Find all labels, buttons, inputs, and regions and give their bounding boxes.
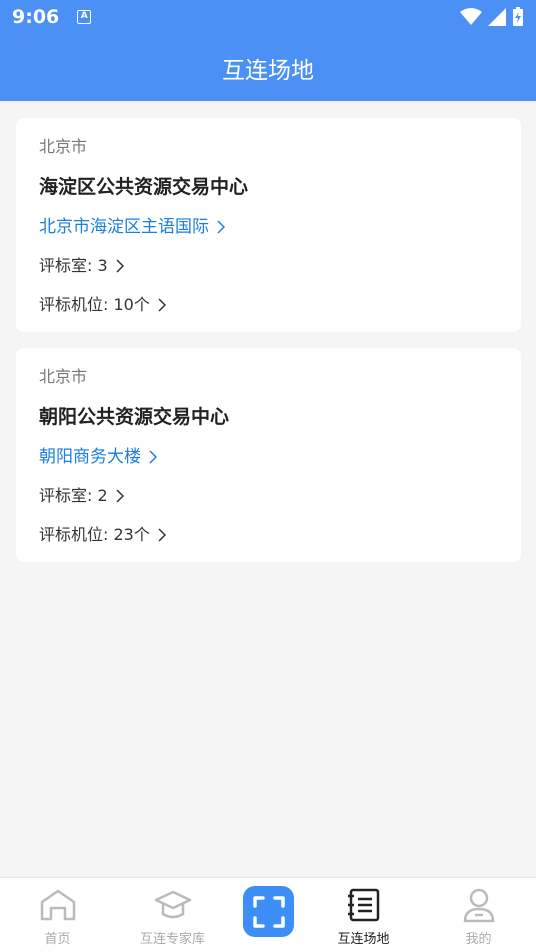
venue-city: 北京市	[39, 137, 88, 156]
venue-rooms-link[interactable]: 评标室: 2	[39, 483, 498, 509]
venue-list: 北京市 海淀区公共资源交易中心 北京市海淀区主语国际 评标室: 3 评标机位: …	[16, 118, 521, 578]
venue-seats-link[interactable]: 评标机位: 10个	[39, 292, 498, 318]
venue-city: 北京市	[39, 367, 88, 386]
venue-name: 海淀区公共资源交易中心	[39, 176, 249, 198]
chevron-right-icon	[158, 298, 166, 312]
venue-address-link[interactable]: 北京市海淀区主语国际	[39, 214, 498, 240]
wifi-icon	[460, 8, 482, 25]
home-icon	[40, 889, 75, 921]
tab-venues[interactable]: 互连场地	[310, 878, 417, 952]
venue-seats: 评标机位: 23个	[39, 525, 150, 544]
notebook-icon	[347, 888, 379, 922]
tab-label: 首页	[44, 932, 71, 947]
venue-address: 北京市海淀区主语国际	[39, 217, 209, 237]
tab-label: 互连专家库	[139, 932, 205, 947]
chevron-right-icon	[217, 220, 225, 234]
venue-card[interactable]: 北京市 朝阳公共资源交易中心 朝阳商务大楼 评标室: 2 评标机位: 23个	[16, 348, 521, 562]
status-time: 9:06	[12, 6, 60, 28]
bottom-tab-bar: 首页 互连专家库 互连场地 我的	[0, 877, 536, 952]
venue-rooms: 评标室: 2	[39, 486, 108, 505]
scan-icon	[252, 895, 285, 928]
venue-rooms-link[interactable]: 评标室: 3	[39, 253, 498, 279]
app-notification-icon: A	[77, 10, 92, 24]
tab-expert-library[interactable]: 互连专家库	[119, 878, 226, 952]
chevron-right-icon	[149, 450, 157, 464]
page-title: 互连场地	[222, 57, 314, 84]
status-icons	[460, 7, 524, 27]
scan-button[interactable]	[243, 886, 294, 937]
battery-icon	[513, 7, 523, 26]
tab-label: 我的	[465, 932, 492, 947]
app-header: 互连场地	[0, 34, 536, 101]
tab-mine[interactable]: 我的	[425, 878, 532, 952]
signal-icon	[488, 8, 506, 26]
venue-address-link[interactable]: 朝阳商务大楼	[39, 444, 498, 470]
venue-address: 朝阳商务大楼	[39, 447, 141, 467]
venue-seats-link[interactable]: 评标机位: 23个	[39, 522, 498, 548]
chevron-right-icon	[116, 489, 124, 503]
status-bar: 9:06 A	[0, 0, 536, 34]
chevron-right-icon	[158, 528, 166, 542]
venue-rooms: 评标室: 3	[39, 256, 108, 275]
venue-name: 朝阳公共资源交易中心	[39, 406, 230, 428]
chevron-right-icon	[116, 259, 124, 273]
graduation-cap-icon	[154, 890, 191, 919]
tab-label: 互连场地	[337, 932, 390, 947]
venue-card[interactable]: 北京市 海淀区公共资源交易中心 北京市海淀区主语国际 评标室: 3 评标机位: …	[16, 118, 521, 332]
tab-home[interactable]: 首页	[4, 878, 111, 952]
venue-seats: 评标机位: 10个	[39, 295, 150, 314]
user-icon	[463, 888, 494, 923]
